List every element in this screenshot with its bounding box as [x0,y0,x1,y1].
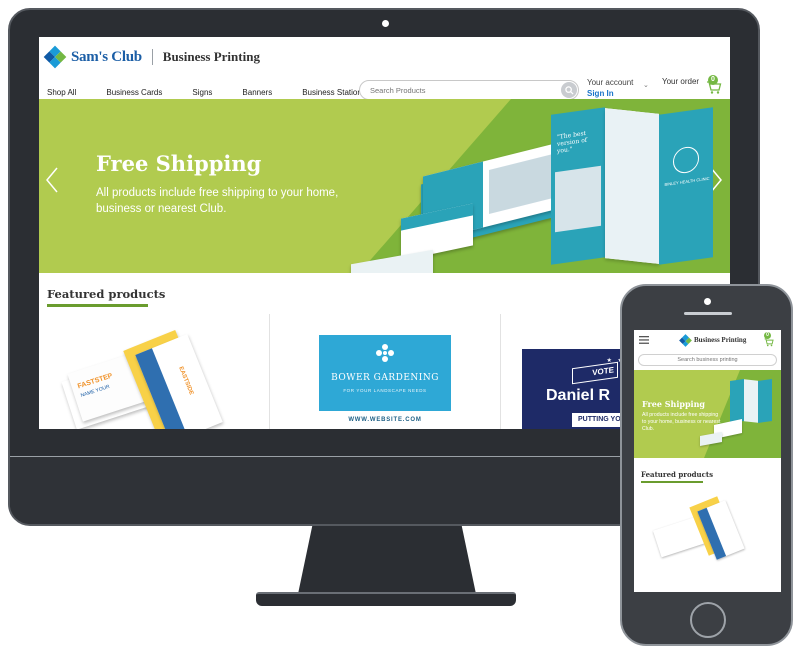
brochure-clinic: BINLEY HEALTH CLINIC [664,175,710,188]
header-divider [151,49,153,65]
mobile-hero-title: Free Shipping [642,399,705,409]
garden-url: WWW.WEBSITE.COM [319,411,451,429]
account-label: Your account [587,78,634,87]
order-label[interactable]: Your order [662,77,699,86]
flower-emblem-icon [375,343,395,363]
hero-subtitle: All products include free shipping to yo… [96,187,339,215]
site-title[interactable]: Business Printing [163,49,260,65]
hero-title: Free Shipping [96,151,262,176]
vote-ribbon: VOTE [572,361,618,385]
cart-count-badge: 0 [708,75,718,85]
mobile-phone: Business Printing 0 Free Shipping All pr… [620,284,793,646]
phone-speaker [684,312,732,315]
sams-club-diamond-icon [43,45,67,69]
heading-underline [47,304,148,307]
brand-name: Sam's Club [71,48,142,65]
hero-banner: Free Shipping All products include free … [39,99,730,273]
sams-club-logo[interactable]: Sam's Club [43,45,142,69]
nav-banners[interactable]: Banners [242,88,272,97]
brochure-quote: "The best version of you." [557,129,588,155]
search-input[interactable] [359,80,579,100]
monitor-stand-base [256,592,516,606]
sign-in-link[interactable]: Sign In [587,88,633,99]
cart-count-badge: 0 [764,332,771,339]
featured-products-heading: Featured products [47,287,166,301]
mobile-hero-banner: Free Shipping All products include free … [634,370,781,458]
product-garden-sign[interactable]: BOWER GARDENING FOR YOUR LANDSCAPE NEEDS… [319,335,451,429]
mobile-product-business-cards[interactable] [652,492,762,572]
product-business-cards[interactable]: FASTSTEP NAME YOUR EASTSIDE [59,327,259,429]
search-icon [564,85,574,95]
mobile-header: Business Printing 0 [634,330,781,350]
column-divider [269,314,270,429]
site-header: Sam's Club Business Printing [39,37,730,77]
carousel-prev-icon[interactable] [45,167,59,193]
chevron-down-icon[interactable]: ⌄ [643,81,649,89]
card-text-2: EASTSIDE [177,365,195,396]
nav-business-cards[interactable]: Business Cards [106,88,162,97]
mobile-featured-heading: Featured products [641,470,714,479]
candidate-name: Daniel R [546,387,611,404]
column-divider [500,314,501,429]
mobile-heading-underline [641,481,703,483]
mobile-site-title[interactable]: Business Printing [694,336,746,344]
account-menu[interactable]: Your account Sign In [587,77,633,99]
mobile-hero-subtitle: All products include free shipping to yo… [642,412,721,432]
garden-tagline: FOR YOUR LANDSCAPE NEEDS [343,388,427,393]
monitor-stand [298,526,476,594]
mobile-search-input[interactable] [638,354,777,366]
sams-club-diamond-icon[interactable] [679,334,692,347]
monitor-camera [382,20,389,27]
nav-shop-all[interactable]: Shop All [47,88,76,97]
phone-home-button[interactable] [690,602,726,638]
hamburger-menu-icon[interactable] [639,336,649,344]
mobile-screen: Business Printing 0 Free Shipping All pr… [634,330,781,592]
search-button[interactable] [561,82,577,98]
nav-signs[interactable]: Signs [192,88,212,97]
garden-title: BOWER GARDENING [331,373,439,383]
phone-camera [704,298,711,305]
